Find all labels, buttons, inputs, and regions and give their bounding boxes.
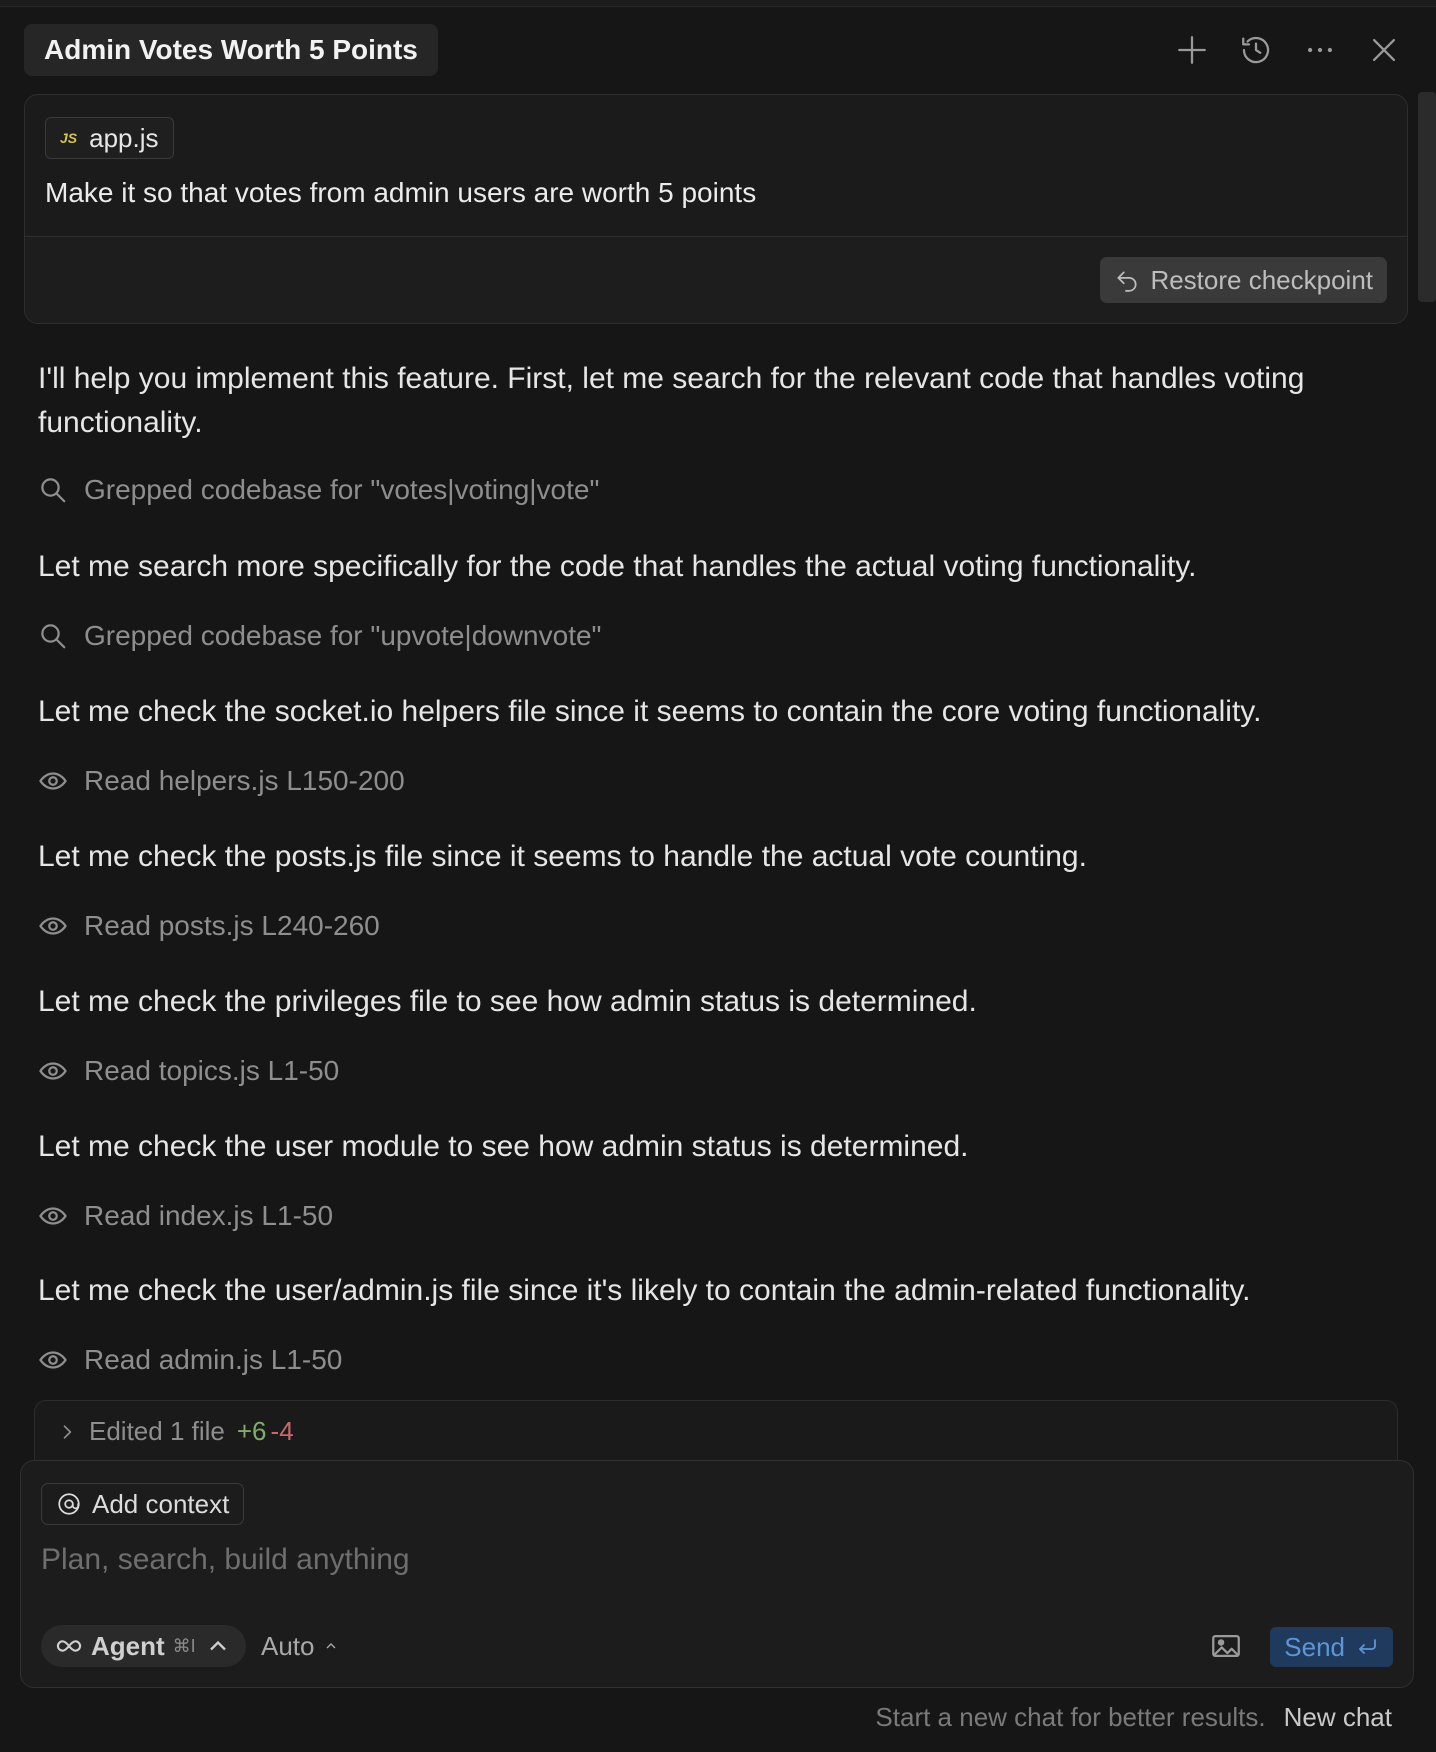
file-chip-app-js[interactable]: JS app.js bbox=[45, 117, 174, 159]
chevron-right-icon bbox=[63, 1424, 72, 1439]
divider bbox=[25, 236, 1407, 237]
header-actions bbox=[1174, 32, 1412, 68]
send-label: Send bbox=[1284, 1631, 1345, 1662]
eye-icon bbox=[39, 1351, 67, 1369]
assistant-message: Let me check the user/admin.js file sinc… bbox=[38, 1274, 1251, 1307]
at-sign-icon bbox=[58, 1493, 80, 1515]
footer-hint-text: Start a new chat for better results. bbox=[875, 1702, 1266, 1732]
chevron-up-icon bbox=[326, 1643, 335, 1649]
tool-call-label: Read posts.js L240-260 bbox=[84, 910, 380, 941]
footer-hint: Start a new chat for better results. New… bbox=[875, 1702, 1392, 1733]
eye-icon bbox=[39, 1062, 67, 1080]
assistant-message: Let me search more specifically for the … bbox=[38, 550, 1197, 583]
edited-files-summary[interactable]: Edited 1 file +6 -4 bbox=[34, 1400, 1398, 1462]
file-chip-label: app.js bbox=[89, 122, 159, 153]
chevron-up-icon bbox=[209, 1640, 226, 1651]
add-context-label: Add context bbox=[92, 1488, 230, 1519]
scrollbar-thumb[interactable] bbox=[1418, 92, 1436, 302]
search-icon bbox=[41, 624, 66, 649]
agent-mode-label: Agent bbox=[91, 1630, 165, 1661]
chat-input[interactable] bbox=[41, 1543, 1341, 1577]
more-icon[interactable] bbox=[1302, 32, 1338, 68]
lines-added: +6 bbox=[236, 1416, 267, 1446]
restore-checkpoint-button[interactable]: Restore checkpoint bbox=[1100, 257, 1387, 303]
tool-call-read[interactable]: Read posts.js L240-260 bbox=[38, 910, 380, 942]
user-message-text: Make it so that votes from admin users a… bbox=[45, 177, 757, 208]
tool-call-grep[interactable]: Grepped codebase for "votes|voting|vote" bbox=[38, 474, 599, 506]
edited-files-label: Edited 1 file bbox=[89, 1416, 225, 1446]
plus-icon[interactable] bbox=[1174, 32, 1210, 68]
tool-call-label: Grepped codebase for "votes|voting|vote" bbox=[84, 474, 600, 505]
user-message-card[interactable]: JS app.js Make it so that votes from adm… bbox=[24, 94, 1408, 324]
tool-call-label: Read admin.js L1-50 bbox=[84, 1344, 343, 1375]
assistant-message: Let me check the privileges file to see … bbox=[38, 985, 977, 1018]
close-icon[interactable] bbox=[1366, 32, 1402, 68]
tool-call-label: Read index.js L1-50 bbox=[84, 1200, 334, 1231]
eye-icon bbox=[39, 1207, 67, 1225]
tool-call-read[interactable]: Read helpers.js L150-200 bbox=[38, 765, 405, 797]
restore-checkpoint-label: Restore checkpoint bbox=[1150, 264, 1373, 295]
history-icon[interactable] bbox=[1238, 32, 1274, 68]
model-selector[interactable]: Auto bbox=[261, 1625, 339, 1667]
tool-call-read[interactable]: Read admin.js L1-50 bbox=[38, 1344, 342, 1376]
tool-call-grep[interactable]: Grepped codebase for "upvote|downvote" bbox=[38, 620, 602, 652]
tool-call-read[interactable]: Read topics.js L1-50 bbox=[38, 1055, 339, 1087]
agent-mode-selector[interactable]: Agent ⌘I bbox=[41, 1625, 246, 1667]
tool-call-label: Read topics.js L1-50 bbox=[84, 1055, 340, 1086]
top-border bbox=[0, 0, 1436, 7]
send-button[interactable]: Send bbox=[1270, 1627, 1393, 1667]
assistant-message: Let me check the posts.js file since it … bbox=[38, 840, 1087, 873]
eye-icon bbox=[39, 917, 67, 935]
infinity-icon bbox=[56, 1640, 82, 1652]
assistant-message: Let me check the user module to see how … bbox=[38, 1130, 969, 1163]
chat-title[interactable]: Admin Votes Worth 5 Points bbox=[24, 24, 438, 76]
tool-call-label: Grepped codebase for "upvote|downvote" bbox=[84, 620, 602, 651]
image-icon[interactable] bbox=[1209, 1629, 1243, 1663]
js-file-icon: JS bbox=[60, 130, 78, 146]
new-chat-link[interactable]: New chat bbox=[1284, 1702, 1392, 1733]
search-icon bbox=[41, 478, 66, 503]
tool-call-label: Read helpers.js L150-200 bbox=[84, 765, 405, 796]
model-label: Auto bbox=[261, 1630, 315, 1661]
assistant-message: I'll help you implement this feature. Fi… bbox=[38, 362, 1305, 439]
add-context-button[interactable]: Add context bbox=[41, 1483, 245, 1525]
undo-icon bbox=[1117, 271, 1137, 292]
eye-icon bbox=[39, 772, 67, 790]
agent-shortcut: ⌘I bbox=[172, 1635, 196, 1656]
enter-key-icon bbox=[1359, 1639, 1376, 1654]
tool-call-read[interactable]: Read index.js L1-50 bbox=[38, 1200, 333, 1232]
chat-composer: Add context Agent ⌘I Auto Send bbox=[20, 1460, 1414, 1688]
assistant-message: Let me check the socket.io helpers file … bbox=[38, 695, 1262, 728]
lines-removed: -4 bbox=[270, 1416, 294, 1446]
chat-header: Admin Votes Worth 5 Points bbox=[24, 24, 1412, 76]
